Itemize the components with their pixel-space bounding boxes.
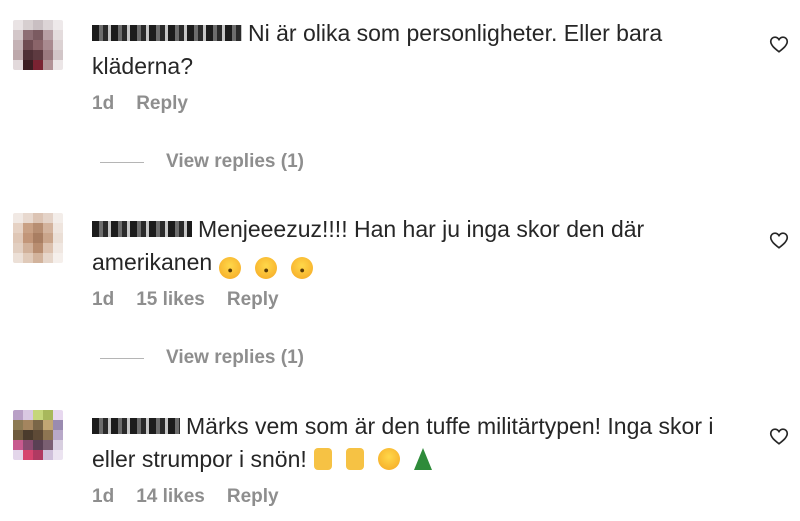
comment-time: 1d [92, 93, 115, 114]
avatar[interactable] [13, 20, 63, 70]
view-replies-label[interactable]: View replies (1) [166, 347, 304, 369]
heart-outline-icon[interactable] [768, 229, 790, 251]
reply-button[interactable]: Reply [227, 289, 279, 311]
comment-text-block: Menjeeezuz!!!! Han har ju inga skor den … [92, 213, 742, 279]
reply-button[interactable]: Reply [136, 93, 188, 115]
sign-of-horns-emoji [345, 448, 364, 470]
username-redacted[interactable] [92, 417, 180, 434]
heart-outline-icon[interactable] [768, 33, 790, 55]
tears-of-joy-emoji [377, 448, 400, 470]
likes-count[interactable]: 14 likes [136, 486, 205, 508]
comment-text-block: Ni är olika som personligheter. Eller ba… [92, 17, 742, 83]
heart-outline-icon[interactable] [768, 425, 790, 447]
username-redacted[interactable] [92, 24, 242, 41]
comment-meta: 1d Reply [92, 93, 188, 115]
comment-time: 1d [92, 486, 115, 507]
comment-meta: 1d 15 likes Reply [92, 289, 279, 311]
avatar[interactable] [13, 410, 63, 460]
likes-count[interactable]: 15 likes [136, 289, 205, 311]
avatar[interactable] [13, 213, 63, 263]
comment-time: 1d [92, 289, 115, 310]
reply-button[interactable]: Reply [227, 486, 279, 508]
username-redacted[interactable] [92, 220, 192, 237]
divider-line [100, 161, 144, 163]
astonished-face-emoji [219, 257, 242, 279]
comment-text-block: Märks vem som är den tuffe militärtypen!… [92, 410, 742, 476]
astonished-face-emoji [255, 257, 278, 279]
comment-text: Märks vem som är den tuffe militärtypen!… [92, 413, 714, 472]
comment-meta: 1d 14 likes Reply [92, 486, 279, 508]
christmas-tree-emoji [413, 448, 432, 470]
divider-line [100, 357, 144, 359]
view-replies-label[interactable]: View replies (1) [166, 151, 304, 173]
view-replies[interactable]: View replies (1) [100, 151, 304, 173]
astonished-face-emoji [291, 257, 314, 279]
view-replies[interactable]: View replies (1) [100, 347, 304, 369]
flexed-biceps-emoji [313, 448, 332, 470]
